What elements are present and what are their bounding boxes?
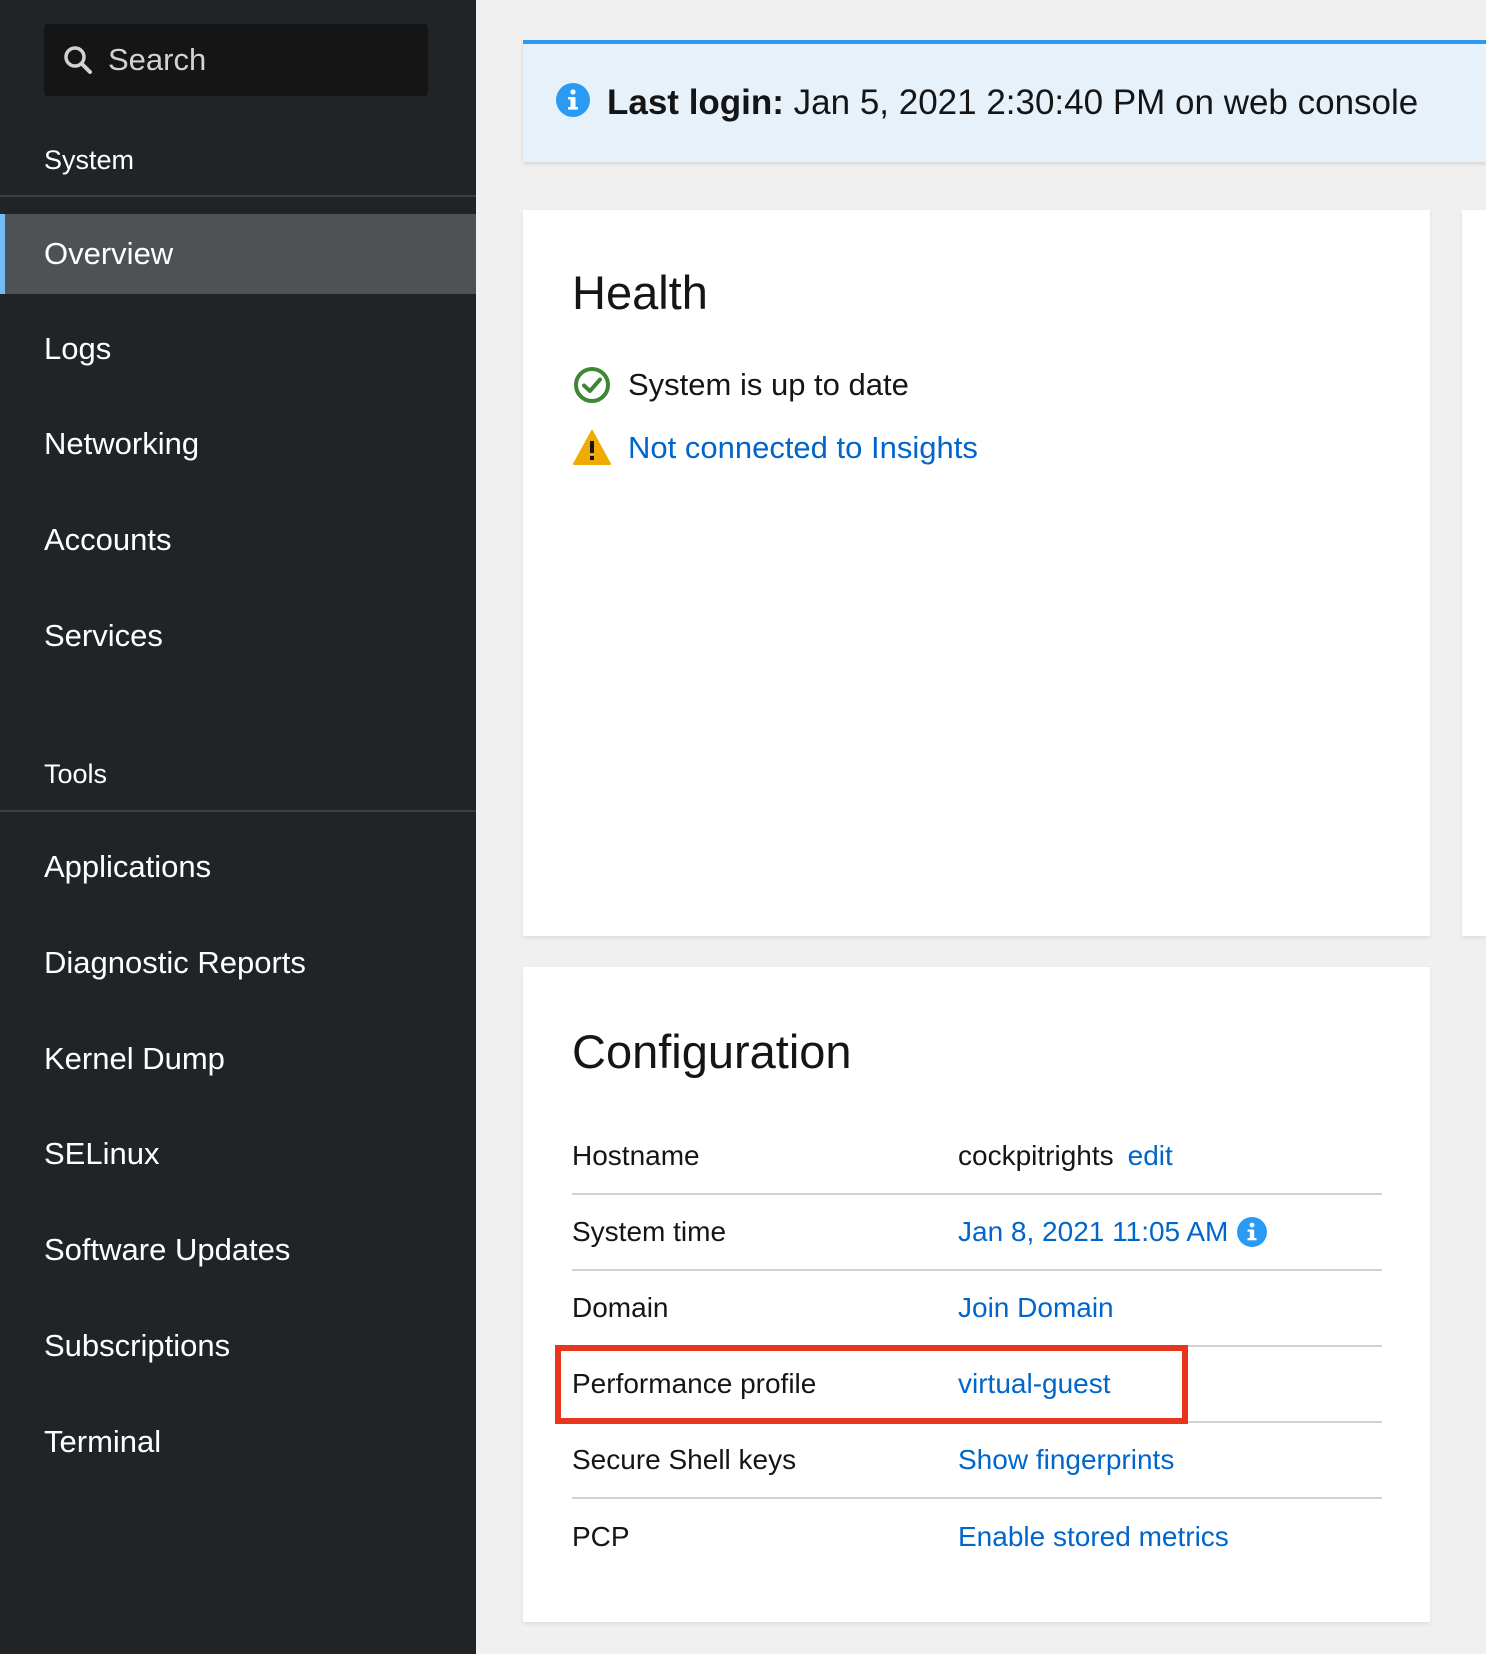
sidebar-item-software-updates[interactable]: Software Updates (0, 1210, 476, 1290)
health-insights-row: Not connected to Insights (572, 428, 978, 468)
join-domain-link[interactable]: Join Domain (958, 1292, 1114, 1324)
divider (0, 810, 476, 812)
info-icon (556, 83, 590, 117)
partial-card (1462, 210, 1486, 936)
sidebar-item-logs[interactable]: Logs (0, 309, 476, 389)
sidebar-item-diagnostic-reports[interactable]: Diagnostic Reports (0, 923, 476, 1003)
sidebar-item-accounts[interactable]: Accounts (0, 500, 476, 580)
last-login-alert: Last login: Jan 5, 2021 2:30:40 PM on we… (523, 40, 1486, 162)
hostname-label: Hostname (572, 1140, 700, 1171)
edit-hostname-link[interactable]: edit (1128, 1140, 1173, 1172)
config-row-hostname: Hostname cockpitrights edit (572, 1119, 1382, 1195)
sidebar-item-terminal[interactable]: Terminal (0, 1402, 476, 1482)
search-input[interactable]: Search (44, 24, 428, 96)
sidebar-item-applications[interactable]: Applications (0, 827, 476, 907)
config-row-pcp: PCP Enable stored metrics (572, 1499, 1382, 1575)
sidebar-item-overview[interactable]: Overview (0, 214, 476, 294)
sidebar-item-services[interactable]: Services (0, 596, 476, 676)
system-time-link[interactable]: Jan 8, 2021 11:05 AM (958, 1216, 1228, 1248)
show-fingerprints-link[interactable]: Show fingerprints (958, 1444, 1174, 1476)
highlight-box (555, 1345, 1188, 1424)
ssh-keys-label: Secure Shell keys (572, 1444, 797, 1475)
sidebar-item-subscriptions[interactable]: Subscriptions (0, 1306, 476, 1386)
configuration-card: Configuration Hostname cockpitrights edi… (523, 967, 1430, 1622)
health-status-text: System is up to date (628, 367, 909, 402)
sidebar-item-kernel-dump[interactable]: Kernel Dump (0, 1019, 476, 1099)
system-time-label: System time (572, 1216, 727, 1247)
config-row-domain: Domain Join Domain (572, 1271, 1382, 1347)
info-icon[interactable] (1236, 1216, 1268, 1248)
config-row-system-time: System time Jan 8, 2021 11:05 AM (572, 1195, 1382, 1271)
check-circle-icon (574, 367, 610, 403)
search-placeholder: Search (108, 42, 207, 77)
sidebar-item-selinux[interactable]: SELinux (0, 1114, 476, 1194)
alert-message: Last login: Jan 5, 2021 2:30:40 PM on we… (607, 83, 1418, 123)
hostname-value: cockpitrights (958, 1140, 1114, 1171)
pcp-label: PCP (572, 1521, 630, 1552)
search-icon (64, 46, 92, 74)
enable-stored-metrics-link[interactable]: Enable stored metrics (958, 1521, 1229, 1553)
warning-triangle-icon (573, 430, 611, 465)
section-title-system: System (44, 145, 135, 175)
health-title: Health (572, 266, 708, 319)
alert-label: Last login: (607, 83, 784, 122)
health-card: Health System is up to date Not connecte… (523, 210, 1430, 936)
alert-detail: Jan 5, 2021 2:30:40 PM on web console (783, 83, 1419, 122)
insights-link[interactable]: Not connected to Insights (628, 430, 978, 466)
sidebar: Search System Overview Logs Networking A… (0, 0, 476, 1654)
domain-label: Domain (572, 1292, 669, 1323)
section-title-tools: Tools (44, 759, 108, 789)
sidebar-item-networking[interactable]: Networking (0, 404, 476, 484)
config-row-ssh-keys: Secure Shell keys Show fingerprints (572, 1423, 1382, 1499)
configuration-title: Configuration (572, 1025, 852, 1078)
divider (0, 195, 476, 197)
health-status-row: System is up to date (572, 365, 909, 405)
